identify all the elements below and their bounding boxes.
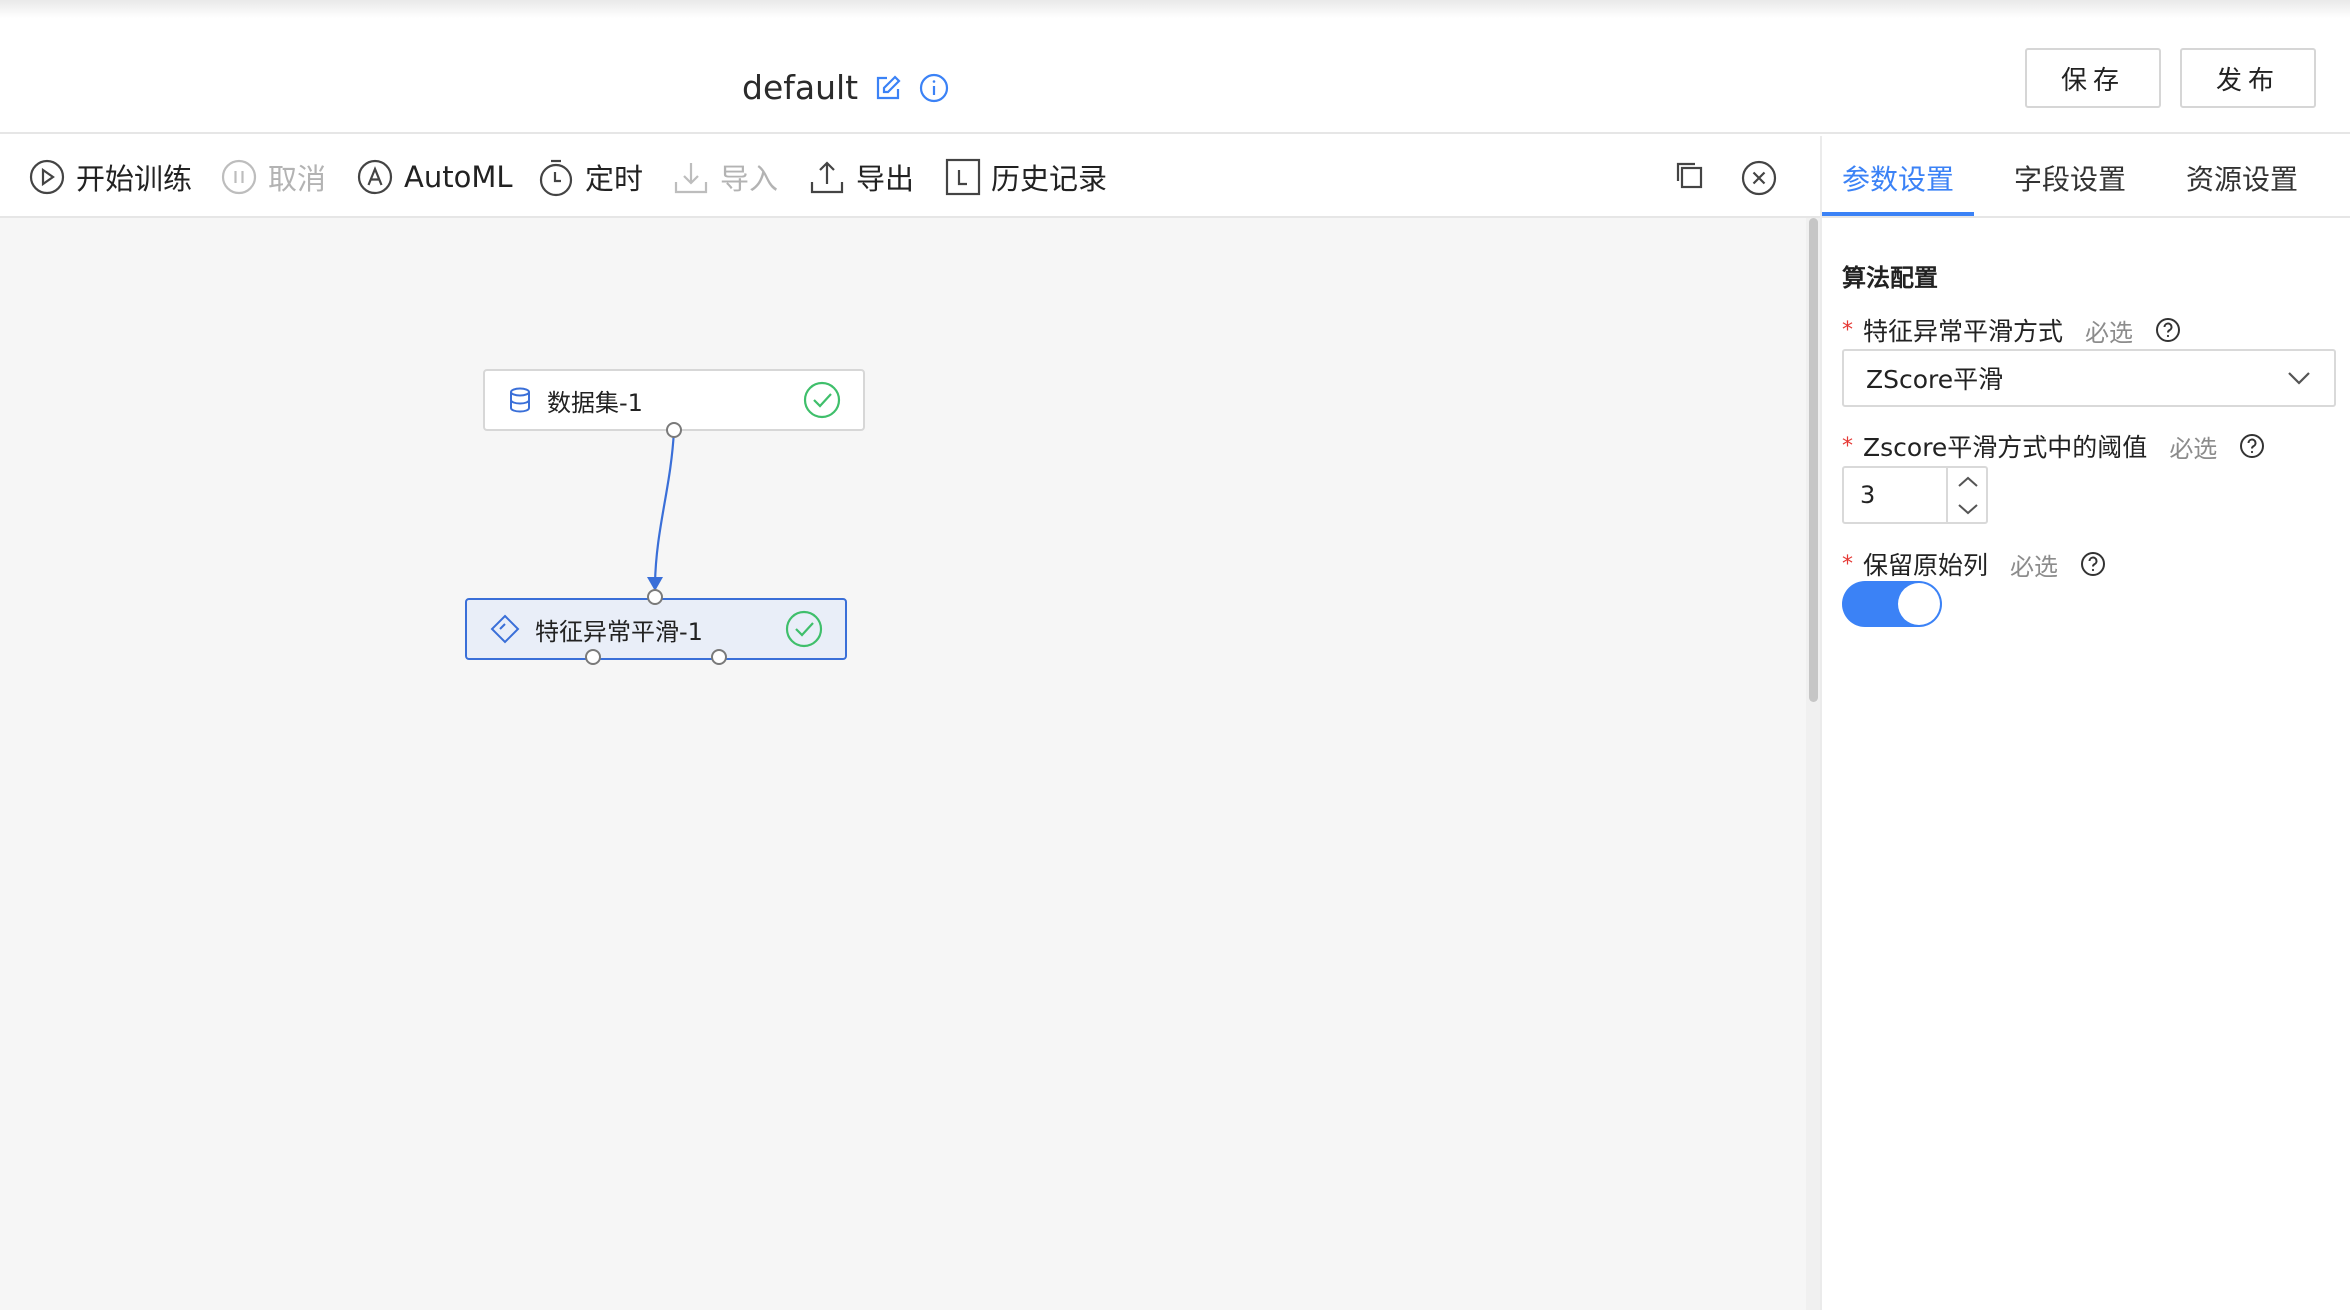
smoothing-input-port[interactable] — [647, 589, 663, 605]
save-button[interactable]: 保存 — [2025, 48, 2161, 108]
export-button[interactable]: 导出 — [808, 156, 914, 198]
dataset-node-label: 数据集-1 — [547, 388, 643, 417]
method-label: 特征异常平滑方式 — [1863, 317, 2064, 346]
chevron-down-icon — [2288, 372, 2310, 385]
window-top-edge — [0, 0, 2350, 18]
method-select[interactable]: ZScore平滑 — [1842, 349, 2336, 407]
transform-icon — [490, 614, 520, 644]
threshold-stepper — [1842, 466, 1988, 524]
success-check-icon — [785, 610, 823, 648]
required-marker: * — [1842, 433, 1853, 459]
start-training-button[interactable]: 开始训练 — [28, 156, 192, 198]
help-icon[interactable] — [2155, 317, 2181, 343]
section-title: 算法配置 — [1842, 264, 1938, 292]
workflow-canvas[interactable]: 数据集-1 特征异常平滑-1 — [0, 218, 1806, 1310]
timer-icon — [539, 159, 573, 197]
tab-resources[interactable]: 资源设置 — [2186, 158, 2298, 198]
schedule-label: 定时 — [585, 162, 644, 196]
threshold-input[interactable] — [1844, 468, 1946, 522]
history-icon — [945, 158, 981, 196]
required-marker: * — [1842, 551, 1853, 577]
start-training-label: 开始训练 — [76, 162, 193, 196]
threshold-field-label: * Zscore平滑方式中的阈值 必选 — [1842, 428, 2265, 464]
smoothing-output-port-1[interactable] — [585, 649, 601, 665]
toggle-knob — [1898, 583, 1940, 625]
canvas-scrollbar[interactable] — [1809, 218, 1818, 702]
keep-original-toggle[interactable] — [1842, 581, 1942, 627]
export-label: 导出 — [856, 162, 915, 196]
connection-edge — [647, 429, 676, 591]
tab-parameters[interactable]: 参数设置 — [1842, 158, 1954, 198]
increment-icon[interactable] — [1948, 468, 1988, 495]
required-text: 必选 — [2010, 552, 2059, 581]
active-tab-indicator — [1822, 212, 1974, 216]
page-header: default 保存 发布 — [0, 18, 2350, 134]
dataset-output-port[interactable] — [666, 422, 682, 438]
export-icon — [810, 161, 844, 194]
automl-label: AutoML — [404, 160, 513, 194]
required-text: 必选 — [2169, 434, 2218, 463]
help-icon[interactable] — [2239, 433, 2265, 459]
edit-icon[interactable] — [872, 72, 904, 104]
settings-panel: 参数设置 字段设置 资源设置 算法配置 * 特征异常平滑方式 必选 ZScore… — [1822, 136, 2350, 1310]
close-circle-icon[interactable] — [1741, 160, 1777, 200]
publish-button[interactable]: 发布 — [2180, 48, 2316, 108]
required-marker: * — [1842, 317, 1853, 343]
success-check-icon — [803, 381, 841, 419]
import-label: 导入 — [720, 162, 779, 196]
pause-circle-icon — [221, 159, 257, 195]
database-icon — [510, 387, 530, 413]
feature-smoothing-node[interactable]: 特征异常平滑-1 — [465, 598, 847, 660]
history-button[interactable]: 历史记录 — [945, 156, 1107, 198]
copy-icon[interactable] — [1674, 160, 1704, 194]
play-circle-icon — [29, 159, 65, 195]
cancel-button[interactable]: 取消 — [220, 156, 326, 198]
import-icon — [674, 163, 708, 194]
required-text: 必选 — [2085, 318, 2134, 347]
method-select-value: ZScore平滑 — [1866, 365, 2004, 394]
stepper-arrows — [1946, 468, 1986, 522]
tab-fields[interactable]: 字段设置 — [2014, 158, 2126, 198]
automl-button[interactable]: AutoML — [356, 156, 513, 198]
feature-smoothing-node-label: 特征异常平滑-1 — [535, 617, 703, 646]
threshold-label: Zscore平滑方式中的阈值 — [1863, 433, 2148, 462]
method-field-label: * 特征异常平滑方式 必选 — [1842, 312, 2181, 348]
help-icon[interactable] — [2080, 551, 2106, 577]
automl-icon — [357, 159, 393, 195]
page-title: default — [742, 68, 859, 107]
info-icon[interactable] — [918, 72, 950, 104]
smoothing-output-port-2[interactable] — [711, 649, 727, 665]
decrement-icon[interactable] — [1948, 495, 1988, 522]
schedule-button[interactable]: 定时 — [537, 156, 643, 198]
keep-original-field-label: * 保留原始列 必选 — [1842, 546, 2106, 582]
history-label: 历史记录 — [991, 162, 1108, 196]
keep-original-label: 保留原始列 — [1863, 551, 1989, 580]
cancel-label: 取消 — [268, 162, 327, 196]
toolbar: 开始训练 取消 AutoML 定时 导入 导出 历史记录 — [0, 136, 1820, 218]
settings-tabs: 参数设置 字段设置 资源设置 — [1822, 136, 2350, 218]
title-area: default — [742, 68, 950, 107]
import-button[interactable]: 导入 — [672, 156, 778, 198]
